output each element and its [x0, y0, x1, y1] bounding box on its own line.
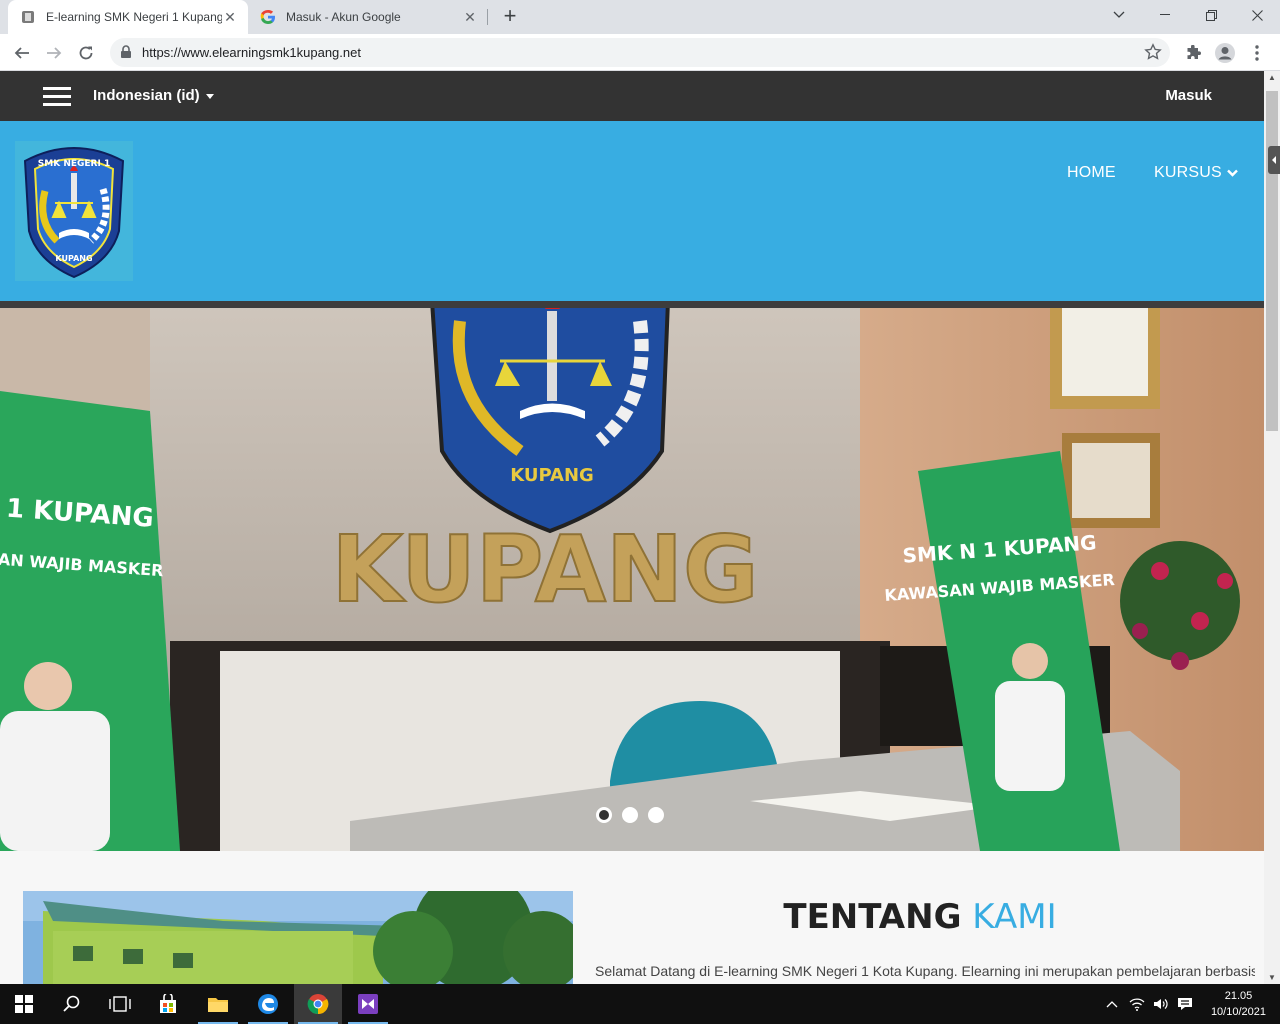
clock-time: 21.05 — [1224, 990, 1253, 1002]
hamburger-menu-icon[interactable] — [43, 87, 71, 107]
site-favicon-icon — [20, 9, 36, 25]
logo-bottom-text: KUPANG — [55, 254, 92, 263]
site-header: SMK NEGERI 1 KUPANG HOME KURSUS — [0, 121, 1264, 301]
school-building-photo — [23, 891, 573, 984]
forward-arrow-icon[interactable] — [41, 40, 67, 66]
close-tab-icon[interactable]: ✕ — [462, 9, 478, 25]
nav-kursus[interactable]: KURSUS — [1154, 164, 1238, 182]
tray-chevron-up-icon[interactable] — [1102, 984, 1122, 1024]
hero-slider[interactable]: KUPANG KUPANG SMK N 1 KUPANG KAWASAN WAJ… — [0, 301, 1264, 851]
edge-icon[interactable] — [244, 984, 292, 1024]
about-text: Selamat Datang di E-learning SMK Negeri … — [595, 963, 1255, 979]
task-view-icon[interactable] — [96, 984, 144, 1024]
file-explorer-icon[interactable] — [194, 984, 242, 1024]
site-topbar: Indonesian (id) Masuk — [0, 71, 1264, 121]
menu-kebab-icon[interactable] — [1244, 40, 1270, 66]
about-title: TENTANG KAMI — [580, 897, 1260, 937]
hero-photo: KUPANG KUPANG SMK N 1 KUPANG KAWASAN WAJ… — [0, 301, 1264, 851]
network-icon[interactable] — [1126, 984, 1148, 1024]
browser-toolbar: https://www.elearningsmk1kupang.net — [0, 34, 1280, 71]
minimize-icon[interactable] — [1142, 0, 1188, 30]
start-icon[interactable] — [0, 984, 48, 1024]
tab-title: E-learning SMK Negeri 1 Kupang — [46, 10, 222, 24]
visual-studio-icon[interactable] — [344, 984, 392, 1024]
page-viewport: Indonesian (id) Masuk SMK NEGERI 1 KUPAN… — [0, 71, 1264, 984]
url-text[interactable]: https://www.elearningsmk1kupang.net — [142, 45, 361, 60]
page-scrollbar[interactable]: ▲ ▼ — [1264, 71, 1280, 984]
star-icon[interactable] — [1144, 43, 1162, 66]
profile-icon[interactable] — [1212, 40, 1238, 66]
svg-text:KUPANG: KUPANG — [510, 465, 594, 486]
slide-indicator-2[interactable] — [622, 807, 638, 823]
slide-indicator-1[interactable] — [596, 807, 612, 823]
close-tab-icon[interactable]: ✕ — [222, 9, 238, 25]
lock-icon[interactable] — [120, 45, 132, 64]
language-label: Indonesian (id) — [93, 87, 200, 104]
hero-top-border — [0, 301, 1264, 308]
notifications-icon[interactable] — [1174, 984, 1196, 1024]
taskbar-clock[interactable]: 21.05 10/10/2021 — [1211, 988, 1266, 1020]
restore-icon[interactable] — [1188, 0, 1234, 30]
chrome-icon[interactable] — [294, 984, 342, 1024]
slider-indicators — [596, 807, 664, 823]
slide-indicator-3[interactable] — [648, 807, 664, 823]
volume-icon[interactable] — [1150, 984, 1172, 1024]
back-arrow-icon[interactable] — [9, 40, 35, 66]
close-window-icon[interactable] — [1234, 0, 1280, 30]
scrollbar-thumb[interactable] — [1266, 91, 1278, 431]
tab-google-login[interactable]: Masuk - Akun Google ✕ — [248, 0, 488, 34]
login-link[interactable]: Masuk — [1165, 87, 1212, 104]
extensions-icon[interactable] — [1180, 40, 1206, 66]
caret-down-icon — [205, 93, 214, 99]
browser-tab-strip: E-learning SMK Negeri 1 Kupang ✕ Masuk -… — [0, 0, 1280, 34]
about-section: TENTANG KAMI Selamat Datang di E-learnin… — [0, 851, 1264, 984]
google-favicon-icon — [260, 9, 276, 25]
language-dropdown[interactable]: Indonesian (id) — [93, 87, 214, 104]
reload-icon[interactable] — [73, 40, 99, 66]
chevron-down-icon — [1226, 164, 1238, 181]
nav-kursus-label: KURSUS — [1154, 164, 1222, 181]
store-icon[interactable] — [144, 984, 192, 1024]
tab-title: Masuk - Akun Google — [286, 10, 401, 24]
new-tab-button[interactable]: + — [498, 5, 522, 29]
school-logo[interactable]: SMK NEGERI 1 KUPANG — [15, 141, 133, 281]
chevron-down-icon[interactable] — [1096, 0, 1142, 30]
address-bar[interactable]: https://www.elearningsmk1kupang.net — [110, 38, 1170, 67]
scroll-down-icon[interactable]: ▼ — [1268, 973, 1276, 982]
windows-taskbar: 21.05 10/10/2021 — [0, 984, 1280, 1024]
drawer-toggle-button[interactable] — [1268, 146, 1280, 174]
scroll-up-icon[interactable]: ▲ — [1268, 73, 1276, 82]
about-title-dark: TENTANG — [783, 897, 962, 937]
tab-elearning[interactable]: E-learning SMK Negeri 1 Kupang ✕ — [8, 0, 248, 34]
wall-sign-text: KUPANG — [331, 516, 758, 623]
tab-separator — [487, 9, 488, 25]
search-icon[interactable] — [48, 984, 96, 1024]
clock-date: 10/10/2021 — [1210, 1006, 1266, 1018]
nav-home[interactable]: HOME — [1067, 164, 1116, 182]
about-title-accent: KAMI — [972, 897, 1057, 937]
